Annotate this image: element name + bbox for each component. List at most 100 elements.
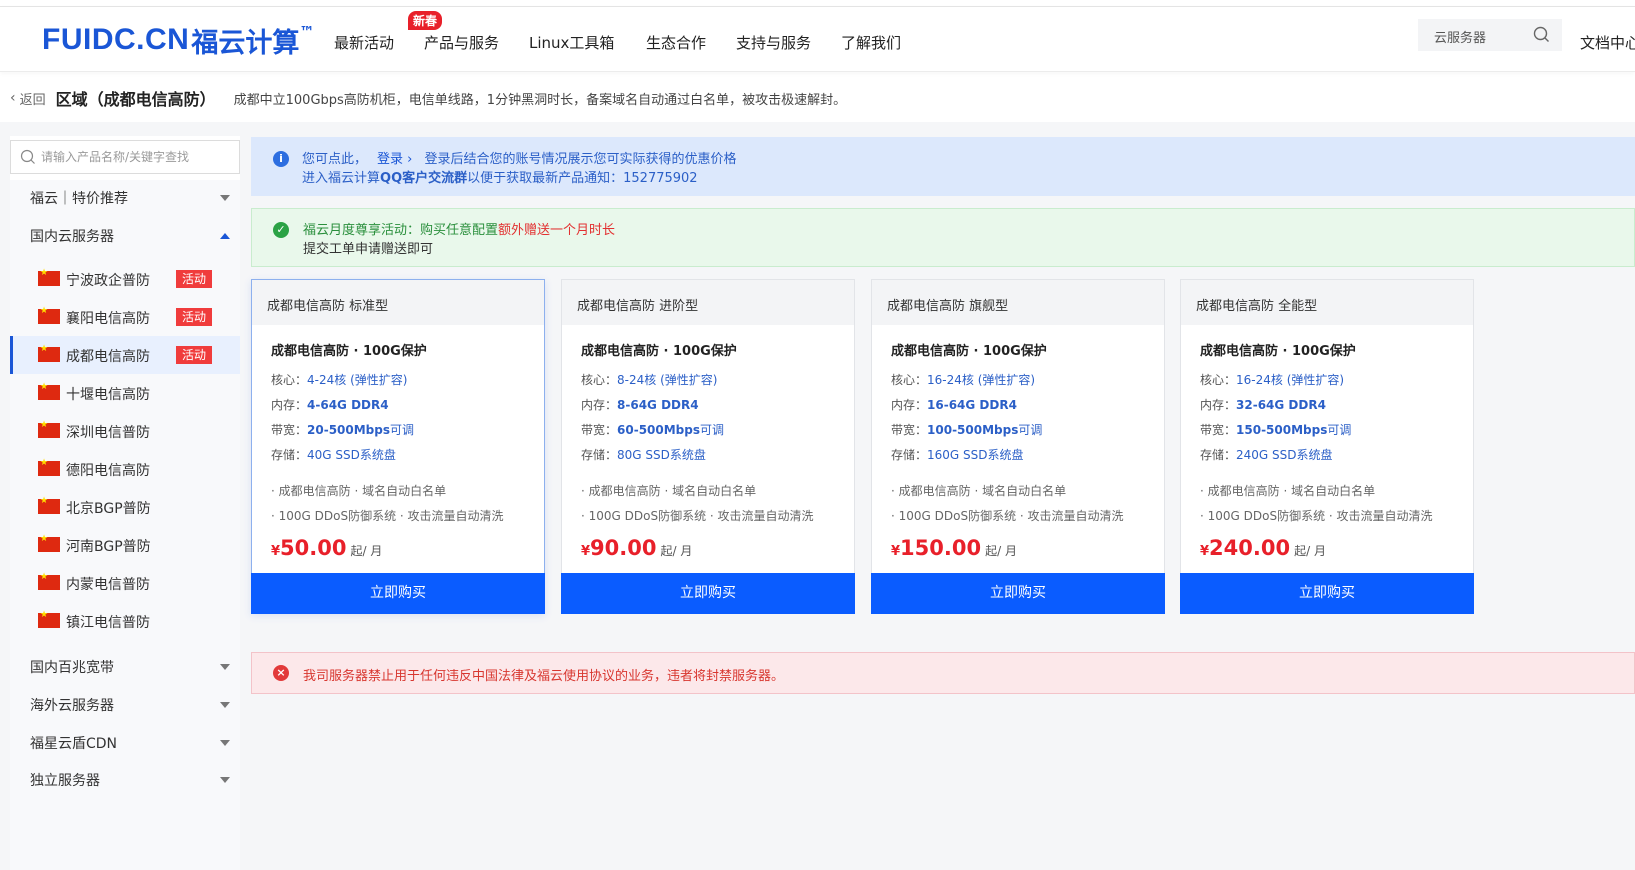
spec-label: 核心： <box>1200 373 1237 387</box>
spec-note: 可调 <box>1018 423 1043 437</box>
spec-note: (弹性扩容) <box>350 373 408 387</box>
spec-note: 可调 <box>700 423 725 437</box>
legal-warning-text: 我司服务器禁止用于任何违反中国法律及福云使用协议的业务，违者将封禁服务器。 <box>303 669 785 684</box>
sidebar-search-input[interactable] <box>41 147 231 167</box>
category-cdn[interactable]: 福星云盾CDN <box>10 725 240 761</box>
china-flag-icon <box>38 268 60 286</box>
nav-latest-activity[interactable]: 最新活动 <box>334 32 394 53</box>
buy-now-button[interactable]: 立即购买 <box>871 573 1165 614</box>
china-flag-icon <box>38 572 60 590</box>
category-overseas-cloud[interactable]: 海外云服务器 <box>10 687 240 723</box>
activity-tag: 活动 <box>176 270 212 288</box>
spec-label: 核心： <box>271 373 308 387</box>
buy-now-button[interactable]: 立即购买 <box>561 573 855 614</box>
price: ¥50.00 起/ 月 <box>271 536 382 560</box>
china-flag-icon <box>38 610 60 628</box>
promo-notice-line2: 提交工单申请赠送即可 <box>303 242 434 257</box>
feature-line: · 成都电信高防 · 域名自动白名单 <box>891 484 1067 498</box>
logo[interactable]: FUIDC.CN 福云计算 ™ <box>42 20 314 60</box>
qq-group-prefix: 进入福云计算 <box>302 171 381 186</box>
card-subtitle: 成都电信高防 · 100G保护 <box>271 344 427 359</box>
nav-about-us[interactable]: 了解我们 <box>841 32 901 53</box>
back-link[interactable]: ‹ 返回 <box>10 89 46 108</box>
sidebar-item-zhenjiang[interactable]: 镇江电信普防 <box>10 602 240 640</box>
qq-group-link[interactable]: QQ客户交流群 <box>380 171 467 186</box>
spec-label: 内存： <box>1200 398 1237 412</box>
card-header: 成都电信高防 全能型 <box>1181 280 1473 325</box>
category-label: 国内百兆宽带 <box>30 660 114 676</box>
category-label: 国内云服务器 <box>30 229 114 245</box>
product-card-advanced: 成都电信高防 进阶型 成都电信高防 · 100G保护 核心：8-24核 (弹性扩… <box>561 279 855 614</box>
spec-label: 带宽： <box>1200 423 1237 437</box>
nav-support[interactable]: 支持与服务 <box>736 32 811 53</box>
feature-line: · 100G DDoS防御系统 · 攻击流量自动清洗 <box>581 509 814 523</box>
category-domestic-cloud[interactable]: 国内云服务器 <box>10 218 240 254</box>
sidebar-item-henan[interactable]: 河南BGP普防 <box>10 526 240 564</box>
sidebar-item-xiangyang[interactable]: 襄阳电信高防 活动 <box>10 298 240 336</box>
breadcrumb: ‹ 返回 区域（成都电信高防） 成都中立100Gbps高防机柜，电信单线路，1分… <box>10 87 846 109</box>
price-unit: 起/ 月 <box>660 544 693 558</box>
sidebar-item-label: 河南BGP普防 <box>66 539 151 555</box>
sidebar-item-label: 内蒙电信普防 <box>66 577 150 593</box>
category-label: 独立服务器 <box>30 773 100 789</box>
buy-now-button[interactable]: 立即购买 <box>251 573 545 614</box>
sidebar-item-label: 德阳电信高防 <box>66 463 150 479</box>
login-link[interactable]: 登录 › <box>377 152 412 167</box>
spec-value: 80G SSD系统盘 <box>617 448 706 462</box>
logo-text-cn: 福云计算 <box>191 27 300 59</box>
category-dedicated-server[interactable]: 独立服务器 <box>10 762 240 798</box>
sidebar-item-shiyan[interactable]: 十堰电信高防 <box>10 374 240 412</box>
feature-line: · 100G DDoS防御系统 · 攻击流量自动清洗 <box>891 509 1124 523</box>
sidebar-item-label: 襄阳电信高防 <box>66 311 150 327</box>
nav-doc-center[interactable]: 文档中心 <box>1580 32 1635 53</box>
nav-ecosystem[interactable]: 生态合作 <box>646 32 706 53</box>
spec-core: 核心：4-24核 (弹性扩容) <box>271 371 407 388</box>
spec-value: 8-64G DDR4 <box>617 398 699 412</box>
top-navbar: FUIDC.CN 福云计算 ™ 新春 最新活动 产品与服务 Linux工具箱 生… <box>0 6 1635 72</box>
login-notice-line2: 进入福云计算QQ客户交流群以便于获取最新产品通知：152775902 <box>302 167 698 186</box>
sidebar-item-label: 成都电信高防 <box>66 349 150 365</box>
header-search-text[interactable]: 云服务器 <box>1434 27 1486 46</box>
price: ¥240.00 起/ 月 <box>1200 536 1326 560</box>
spec-value: 32-64G DDR4 <box>1236 398 1326 412</box>
category-label: 福云｜特价推荐 <box>30 191 128 207</box>
spec-value: 40G SSD系统盘 <box>307 448 396 462</box>
sidebar-item-chengdu[interactable]: 成都电信高防 活动 <box>10 336 240 374</box>
sidebar-item-deyang[interactable]: 德阳电信高防 <box>10 450 240 488</box>
spec-value: 4-64G DDR4 <box>307 398 389 412</box>
feature-line: · 成都电信高防 · 域名自动白名单 <box>271 484 447 498</box>
activity-tag: 活动 <box>176 346 212 364</box>
category-label: 海外云服务器 <box>30 698 114 714</box>
sidebar-item-shenzhen[interactable]: 深圳电信普防 <box>10 412 240 450</box>
sidebar-item-ningbo[interactable]: 宁波政企普防 活动 <box>10 260 240 298</box>
spec-label: 内存： <box>581 398 618 412</box>
spec-note: (弹性扩容) <box>977 373 1036 387</box>
china-flag-icon <box>38 458 60 476</box>
sidebar-item-beijing[interactable]: 北京BGP普防 <box>10 488 240 526</box>
china-flag-icon <box>38 534 60 552</box>
currency-symbol: ¥ <box>1200 544 1210 559</box>
feature-line: · 100G DDoS防御系统 · 攻击流量自动清洗 <box>1200 509 1433 523</box>
price: ¥90.00 起/ 月 <box>581 536 692 560</box>
spec-storage: 存储：80G SSD系统盘 <box>581 446 706 463</box>
price-unit: 起/ 月 <box>1294 544 1326 558</box>
login-notice-suffix: 登录后结合您的账号情况展示您可实际获得的优惠价格 <box>424 152 737 167</box>
nav-products-services[interactable]: 产品与服务 <box>424 32 499 53</box>
spec-bandwidth: 带宽：20-500Mbps可调 <box>271 421 414 438</box>
spec-value: 160G SSD系统盘 <box>927 448 1024 462</box>
close-circle-icon: × <box>273 665 289 681</box>
spec-value: 100-500Mbps <box>927 423 1019 437</box>
search-icon[interactable] <box>1533 26 1550 43</box>
sidebar-item-neimeng[interactable]: 内蒙电信普防 <box>10 564 240 602</box>
category-special-offers[interactable]: 福云｜特价推荐 <box>10 180 240 216</box>
card-title: 成都电信高防 旗舰型 <box>887 299 1009 314</box>
buy-now-button[interactable]: 立即购买 <box>1180 573 1474 614</box>
login-notice: i 您可点此， 登录 › 登录后结合您的账号情况展示您可实际获得的优惠价格 进入福… <box>251 137 1635 196</box>
card-header: 成都电信高防 标准型 <box>252 280 544 325</box>
header-search-box[interactable]: 云服务器 <box>1418 19 1562 51</box>
sidebar-item-label: 镇江电信普防 <box>66 615 150 631</box>
category-domestic-broadband[interactable]: 国内百兆宽带 <box>10 649 240 685</box>
spec-memory: 内存：32-64G DDR4 <box>1200 396 1326 413</box>
spec-memory: 内存：16-64G DDR4 <box>891 396 1017 413</box>
nav-linux-toolbox[interactable]: Linux工具箱 <box>529 32 614 53</box>
